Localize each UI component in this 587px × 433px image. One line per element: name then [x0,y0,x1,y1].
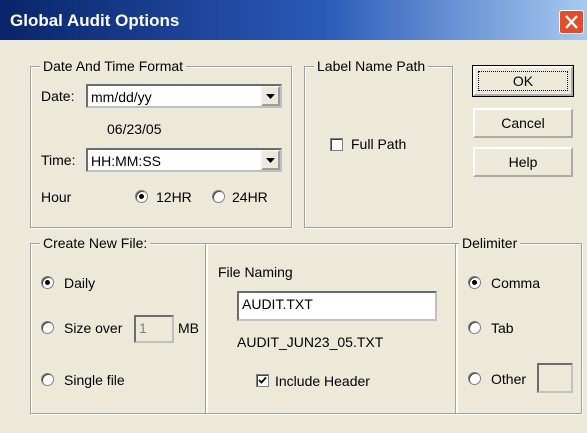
other-delimiter-input[interactable] [537,363,573,393]
global-audit-options-dialog: Global Audit Options Date And Time Forma… [0,0,587,433]
hour-12hr-radio[interactable] [135,190,148,203]
filename-input[interactable]: AUDIT.TXT [237,291,437,321]
date-format-select[interactable]: mm/dd/yy [86,84,282,108]
daily-radio[interactable] [41,276,54,289]
date-time-format-legend: Date And Time Format [40,58,187,74]
help-button[interactable]: Help [473,147,573,177]
close-icon [565,15,578,29]
time-format-select[interactable]: HH:MM:SS [86,148,282,172]
date-label: Date: [41,88,75,104]
other-radio[interactable] [468,372,481,385]
ok-button[interactable]: OK [472,65,574,97]
single-file-radio[interactable] [41,373,54,386]
hour-24hr-label[interactable]: 24HR [232,189,268,205]
size-over-radio[interactable] [41,321,54,334]
tab-label[interactable]: Tab [491,320,514,336]
dialog-title: Global Audit Options [10,11,180,30]
chevron-down-icon [266,158,275,163]
time-label: Time: [41,152,76,168]
daily-label[interactable]: Daily [64,275,95,291]
focus-rect [478,71,568,91]
hour-label: Hour [41,189,72,205]
date-format-dropdown-button[interactable] [261,86,280,106]
chevron-down-icon [266,94,275,99]
date-preview: 06/23/05 [107,121,162,137]
delimiter-legend: Delimiter [459,235,521,251]
full-path-label[interactable]: Full Path [351,136,406,152]
filename-preview: AUDIT_JUN23_05.TXT [237,334,384,350]
label-name-path-legend: Label Name Path [314,58,429,74]
tab-radio[interactable] [468,321,481,334]
checkmark-icon [258,376,267,384]
cancel-label: Cancel [501,115,545,131]
time-format-value: HH:MM:SS [91,153,161,169]
size-unit-label: MB [178,320,199,336]
time-format-dropdown-button[interactable] [261,150,280,170]
hour-12hr-label[interactable]: 12HR [156,189,192,205]
comma-label[interactable]: Comma [491,275,540,291]
full-path-checkbox[interactable] [330,138,343,151]
include-header-checkbox[interactable] [256,374,269,387]
title-bar[interactable]: Global Audit Options [0,0,587,40]
size-over-value: 1 [139,320,147,336]
include-header-label[interactable]: Include Header [275,373,370,389]
cancel-button[interactable]: Cancel [473,108,573,138]
file-naming-label: File Naming [218,264,293,280]
create-new-file-legend: Create New File: [40,235,151,251]
help-label: Help [508,154,538,170]
other-label[interactable]: Other [491,371,526,387]
size-over-input[interactable]: 1 [134,315,174,343]
date-format-value: mm/dd/yy [91,89,152,105]
hour-24hr-radio[interactable] [212,190,225,203]
close-button[interactable] [559,10,584,34]
comma-radio[interactable] [468,276,481,289]
filename-value: AUDIT.TXT [242,296,313,312]
size-over-label[interactable]: Size over [64,320,122,336]
single-file-label[interactable]: Single file [64,372,125,388]
